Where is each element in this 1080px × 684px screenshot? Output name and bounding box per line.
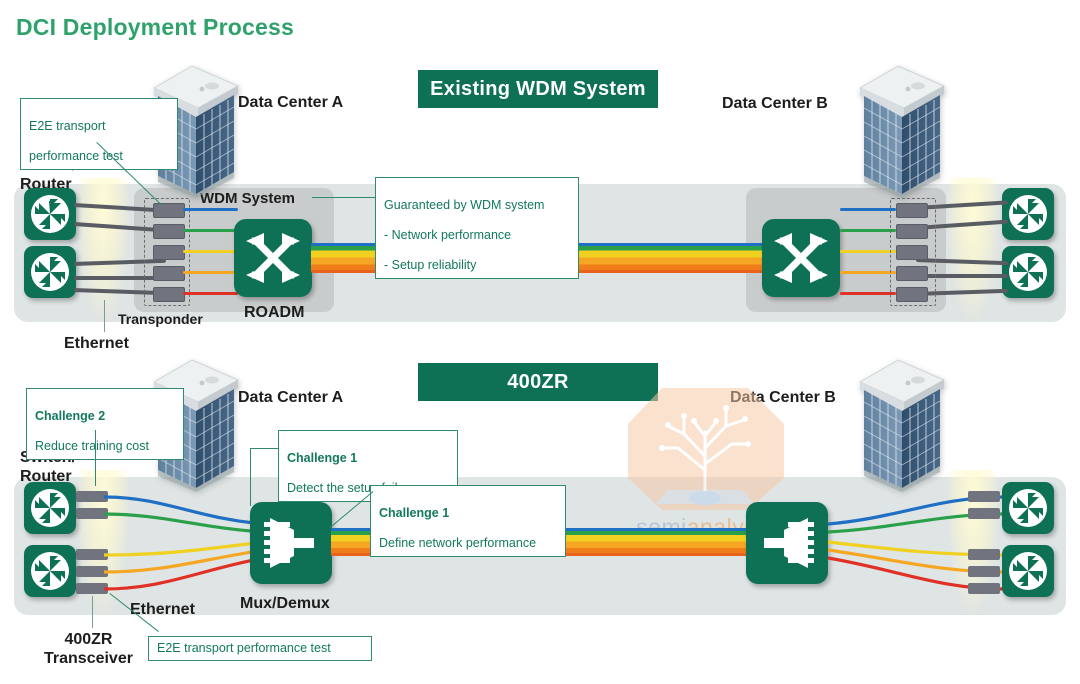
router-arrows-icon (35, 493, 65, 523)
switch-router-a2[interactable] (24, 246, 76, 298)
callout-leader-challenge-1-detect (250, 448, 252, 506)
callout-challenge-2: Challenge 2 Reduce training cost (26, 388, 184, 460)
callout-guaranteed-by-wdm: Guaranteed by WDM system - Network perfo… (375, 177, 579, 279)
router-arrows-icon (35, 556, 65, 586)
mux-demux-label: Mux/Demux (240, 595, 330, 612)
fiber-lambda-3 (183, 250, 238, 253)
zr-transceiver-label: 400ZR Transceiver (44, 631, 133, 667)
ethernet-leader-line-top (104, 300, 106, 332)
roadm-b[interactable] (762, 219, 840, 297)
callout-leader-guaranteed (312, 197, 376, 199)
fiber-lambda-5 (840, 292, 896, 295)
transponder-module[interactable] (153, 266, 185, 281)
switch-router-zr-a1[interactable] (24, 482, 76, 534)
zr-transceiver-module[interactable] (968, 583, 1000, 594)
callout-e2e-transport-bottom: E2E transport performance test (148, 636, 372, 661)
data-center-a-label-top: Data Center A (238, 94, 344, 111)
callout-line-1: E2E transport (29, 119, 106, 133)
transponder-module[interactable] (896, 203, 928, 218)
fiber-lambda-5 (183, 292, 238, 295)
fiber-lambda-1 (840, 208, 896, 211)
callout-title: Challenge 1 (379, 506, 450, 520)
switch-router-b1[interactable] (1002, 188, 1054, 240)
transponder-module[interactable] (153, 224, 185, 239)
callout-e2e-transport-top: E2E transport performance test (20, 98, 178, 170)
callout-title: Challenge 2 (35, 409, 106, 423)
transponder-module[interactable] (896, 266, 928, 281)
building-data-center-b-top (846, 58, 950, 198)
router-arrows-icon (1013, 199, 1043, 229)
router-arrows-icon (1013, 257, 1043, 287)
roadm-cross-arrows-icon (774, 233, 828, 283)
transponder-module[interactable] (153, 245, 185, 260)
switch-router-zr-b1[interactable] (1002, 482, 1054, 534)
switch-router-b2[interactable] (1002, 246, 1054, 298)
diagram-canvas: DCI Deployment Process WDM System Data C… (0, 0, 1080, 684)
zr-transceiver-module[interactable] (968, 566, 1000, 577)
roadm-cross-arrows-icon (246, 233, 300, 283)
fiber-lambda-4 (840, 271, 896, 274)
fiber-lambda-1 (183, 208, 238, 211)
transponder-module[interactable] (153, 203, 185, 218)
zr-transceiver-module[interactable] (968, 491, 1000, 502)
switch-router-a1[interactable] (24, 188, 76, 240)
page-title: DCI Deployment Process (16, 14, 294, 40)
callout-leader-challenge-1-detect-h (250, 448, 279, 450)
transponder-module[interactable] (153, 287, 185, 302)
fiber-lambda-4 (183, 271, 238, 274)
data-center-b-label-top: Data Center B (722, 95, 828, 112)
zr-transceiver-module[interactable] (968, 549, 1000, 560)
beam-left-top (76, 178, 130, 326)
fiber-lambda-2 (183, 229, 238, 232)
banner-existing-wdm-system: Existing WDM System (418, 70, 658, 108)
ethernet-label-top: Ethernet (64, 335, 129, 352)
callout-bullet-2: - Setup reliability (384, 258, 477, 272)
zr-transceiver-leader-line (92, 596, 94, 628)
fiber-lambda-3 (840, 250, 896, 253)
zr-fiber-bundle-left (104, 495, 264, 591)
mux-demux-icon (764, 518, 814, 568)
roadm-a[interactable] (234, 219, 312, 297)
callout-bullet-1: - Network performance (384, 228, 512, 242)
callout-title: Guaranteed by WDM system (384, 198, 545, 212)
switch-router-zr-b2[interactable] (1002, 545, 1054, 597)
router-arrows-icon (1013, 556, 1043, 586)
mux-demux-a[interactable] (250, 502, 332, 584)
router-arrows-icon (35, 199, 65, 229)
router-arrows-icon (35, 257, 65, 287)
transponder-module[interactable] (896, 245, 928, 260)
callout-body: Reduce training cost (35, 439, 149, 453)
mux-demux-icon (264, 518, 314, 568)
mux-demux-b[interactable] (746, 502, 828, 584)
transponder-module[interactable] (896, 224, 928, 239)
beam-right-top (946, 178, 1000, 326)
transponder-module[interactable] (896, 287, 928, 302)
callout-challenge-1-define: Challenge 1 Define network performance (370, 485, 566, 557)
zr-transceiver-module[interactable] (968, 508, 1000, 519)
fiber-lambda-2 (840, 229, 896, 232)
data-center-a-label-bottom: Data Center A (238, 389, 344, 406)
callout-leader-challenge-2 (95, 430, 97, 486)
transponder-label: Transponder (118, 311, 203, 327)
callout-body: Define network performance (379, 536, 537, 550)
callout-title: Challenge 1 (287, 451, 358, 465)
roadm-label: ROADM (244, 304, 305, 321)
switch-router-zr-a2[interactable] (24, 545, 76, 597)
router-arrows-icon (1013, 493, 1043, 523)
